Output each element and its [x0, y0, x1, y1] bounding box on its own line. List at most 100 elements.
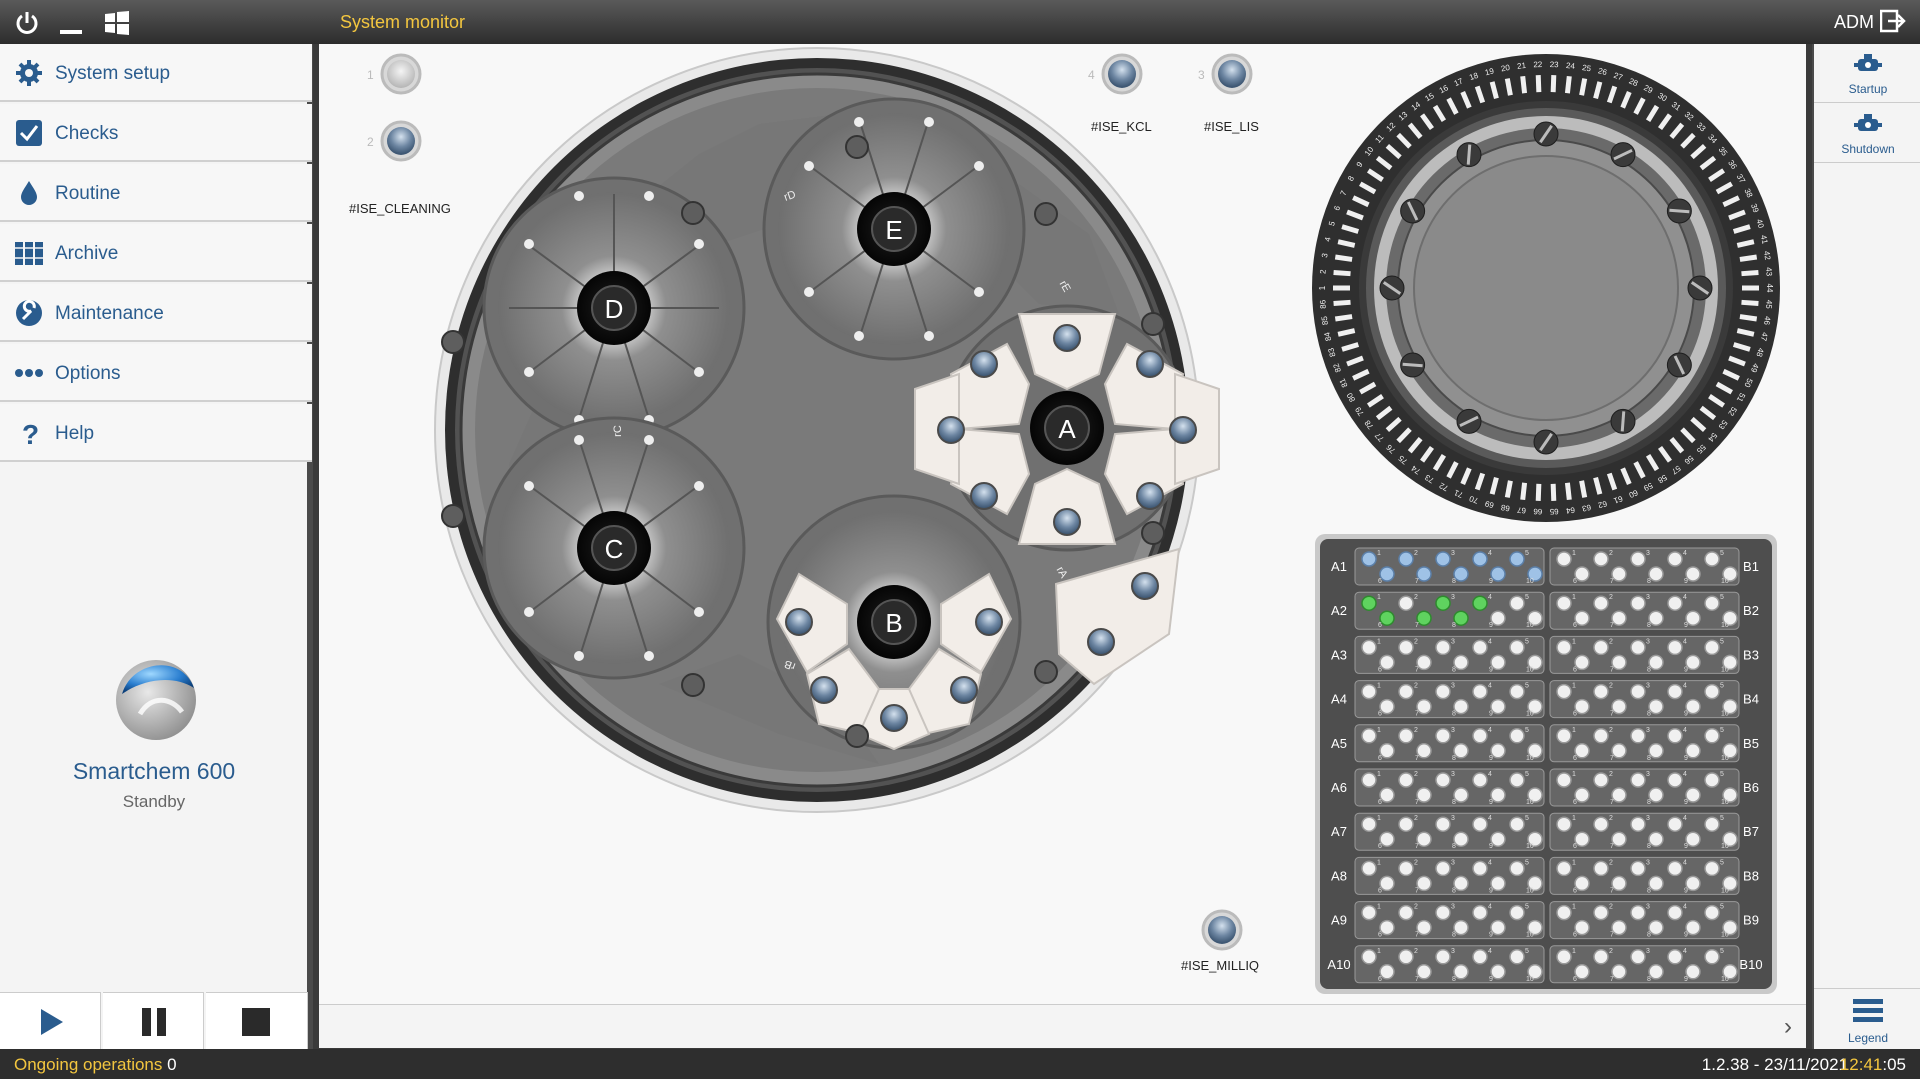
sample-tube[interactable]: [1361, 728, 1377, 744]
sample-tube[interactable]: [1593, 949, 1609, 965]
ise-position-2[interactable]: [380, 120, 422, 162]
sidebar-item-system-setup[interactable]: System setup: [0, 44, 312, 102]
sample-tube[interactable]: [1667, 949, 1683, 965]
sample-tube[interactable]: [1453, 875, 1469, 892]
sidebar-item-routine[interactable]: Routine: [0, 164, 312, 222]
wheel-cuvette[interactable]: [1520, 76, 1528, 94]
sample-tube[interactable]: [1704, 860, 1720, 877]
sample-tube[interactable]: [1574, 698, 1590, 715]
sample-tube[interactable]: [1648, 698, 1664, 715]
sample-tube[interactable]: [1361, 904, 1377, 921]
sample-tube[interactable]: [1509, 551, 1525, 567]
sample-tube[interactable]: [1648, 919, 1664, 936]
sample-tube[interactable]: [1490, 698, 1506, 715]
rack-d[interactable]: D: [482, 176, 746, 440]
ise-position-4[interactable]: [1101, 53, 1143, 95]
sample-tube[interactable]: [1435, 772, 1451, 788]
sample-tube[interactable]: [1667, 639, 1683, 656]
sample-tube[interactable]: [1593, 772, 1609, 788]
sample-tube[interactable]: [1416, 919, 1432, 936]
sample-tube[interactable]: [1379, 787, 1395, 803]
sample-tube[interactable]: [1685, 831, 1701, 847]
sample-tube[interactable]: [1611, 743, 1627, 759]
sample-tube[interactable]: [1398, 816, 1414, 832]
sample-tube[interactable]: [1398, 949, 1414, 965]
sample-tube[interactable]: [1648, 875, 1664, 892]
sample-tube[interactable]: [1416, 654, 1432, 671]
sample-tube[interactable]: [1648, 654, 1664, 671]
sample-tube[interactable]: [1379, 654, 1395, 671]
sample-tube[interactable]: [1667, 728, 1683, 744]
sample-tube[interactable]: [1435, 816, 1451, 832]
sample-tube[interactable]: [1453, 787, 1469, 803]
sample-tube[interactable]: [1630, 728, 1646, 744]
sample-tube[interactable]: [1556, 816, 1572, 832]
sample-tube[interactable]: [1435, 551, 1451, 567]
sample-tube[interactable]: [1574, 964, 1590, 980]
sample-tube[interactable]: [1667, 772, 1683, 788]
shutdown-button[interactable]: Shutdown: [1814, 104, 1920, 163]
sample-tube[interactable]: [1379, 610, 1395, 626]
sample-tube[interactable]: [1416, 698, 1432, 715]
sample-tube[interactable]: [1593, 551, 1609, 567]
sample-tube[interactable]: [1685, 964, 1701, 980]
sample-tube[interactable]: [1453, 566, 1469, 582]
sample-tube[interactable]: [1472, 728, 1488, 744]
rack-b[interactable]: B: [766, 494, 1022, 751]
sample-tube[interactable]: [1398, 860, 1414, 877]
sample-tube[interactable]: [1398, 639, 1414, 656]
sample-tube[interactable]: [1490, 610, 1506, 626]
sample-tube[interactable]: [1472, 904, 1488, 921]
sample-tube[interactable]: [1593, 816, 1609, 832]
logout-icon[interactable]: [1879, 9, 1906, 33]
sample-tube[interactable]: [1379, 831, 1395, 847]
sample-tube[interactable]: [1379, 919, 1395, 936]
sample-tube[interactable]: [1648, 743, 1664, 759]
sample-tube[interactable]: [1630, 639, 1646, 656]
sample-tube[interactable]: [1574, 610, 1590, 626]
sample-tube[interactable]: [1685, 698, 1701, 715]
sample-tube[interactable]: [1435, 904, 1451, 921]
sample-tube[interactable]: [1630, 949, 1646, 965]
sample-tube[interactable]: [1472, 595, 1488, 611]
sample-tube[interactable]: [1630, 904, 1646, 921]
sample-tube[interactable]: [1611, 964, 1627, 980]
sample-tube[interactable]: [1453, 919, 1469, 936]
sample-tube[interactable]: [1648, 831, 1664, 847]
sample-tube[interactable]: [1556, 595, 1572, 611]
sample-tube[interactable]: [1593, 860, 1609, 877]
sample-tube[interactable]: [1648, 566, 1664, 582]
sample-tube[interactable]: [1416, 743, 1432, 759]
sample-tube[interactable]: [1611, 654, 1627, 671]
sample-tube[interactable]: [1704, 639, 1720, 656]
sample-tube[interactable]: [1685, 610, 1701, 626]
sample-tube[interactable]: [1509, 860, 1525, 877]
wheel-cuvette[interactable]: [1739, 314, 1758, 322]
sample-tube[interactable]: [1667, 595, 1683, 611]
sample-tube[interactable]: [1556, 639, 1572, 656]
sample-tube[interactable]: [1574, 566, 1590, 582]
sample-tube[interactable]: [1574, 787, 1590, 803]
wheel-cuvette[interactable]: [1333, 299, 1351, 307]
sidebar-item-help[interactable]: ? Help: [0, 404, 312, 462]
sample-tube[interactable]: [1704, 816, 1720, 832]
wheel-cuvette[interactable]: [1535, 483, 1542, 501]
sample-tube[interactable]: [1611, 566, 1627, 582]
sample-tube[interactable]: [1611, 919, 1627, 936]
sample-tube[interactable]: [1648, 787, 1664, 803]
sample-tube[interactable]: [1361, 551, 1377, 567]
minimize-icon[interactable]: [56, 8, 86, 38]
sample-tube[interactable]: [1630, 551, 1646, 567]
sample-tube[interactable]: [1398, 683, 1414, 700]
sample-tube[interactable]: [1630, 816, 1646, 832]
sample-tube[interactable]: [1472, 551, 1488, 567]
sidebar-item-archive[interactable]: Archive: [0, 224, 312, 282]
sample-tube[interactable]: [1398, 551, 1414, 567]
sample-tube[interactable]: [1704, 551, 1720, 567]
sample-tube[interactable]: [1453, 964, 1469, 980]
sample-tube[interactable]: [1361, 639, 1377, 656]
sample-tube[interactable]: [1704, 595, 1720, 611]
sample-tube[interactable]: [1416, 566, 1432, 582]
sample-tube[interactable]: [1509, 595, 1525, 611]
sample-tube[interactable]: [1490, 919, 1506, 936]
